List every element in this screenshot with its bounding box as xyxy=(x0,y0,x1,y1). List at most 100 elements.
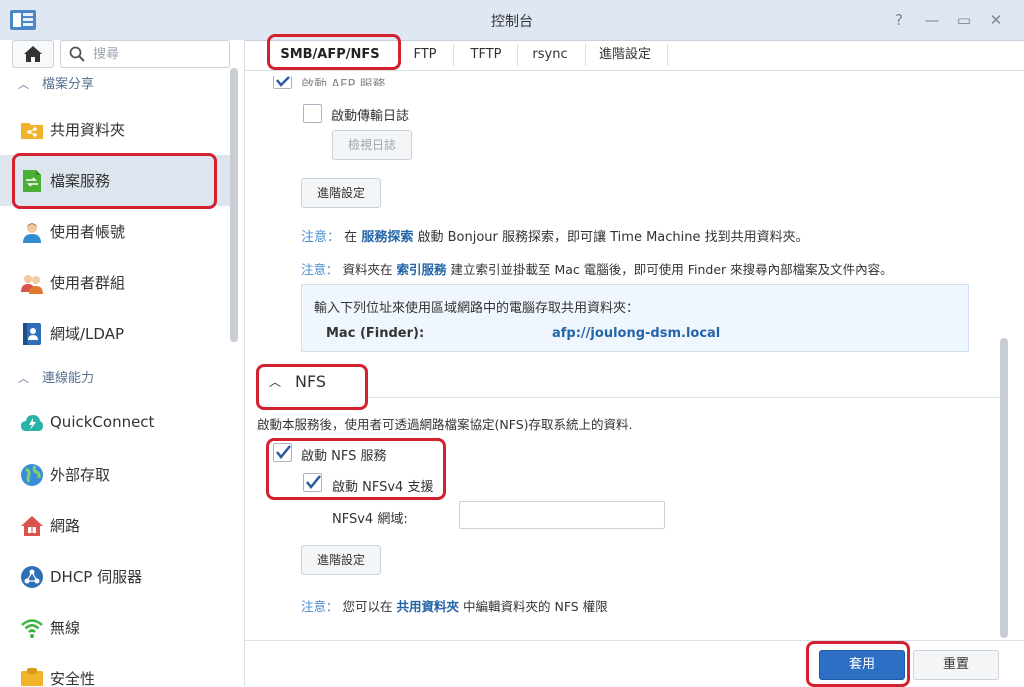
checkmark-icon xyxy=(276,445,291,459)
tab-rsync[interactable]: rsync xyxy=(523,44,577,66)
group-icon xyxy=(21,275,43,294)
afp-note-bonjour: 注意： 在 服務探索 啟動 Bonjour 服務探索，即可讓 Time Mach… xyxy=(301,226,809,245)
sidebar-item-label: 網域/LDAP xyxy=(50,325,125,343)
enable-nfs-checkbox[interactable] xyxy=(273,443,292,462)
chevron-up-icon: ︿ xyxy=(18,372,29,385)
sidebar-item-user[interactable]: 使用者帳號 xyxy=(0,206,230,257)
sidebar-item-label: 網路 xyxy=(50,517,81,535)
afp-address-infobox: 輸入下列位址來使用區域網路中的電腦存取共用資料夾： Mac (Finder): … xyxy=(301,284,969,352)
sidebar-item-label: 共用資料夾 xyxy=(50,121,126,139)
checkmark-icon xyxy=(276,76,290,87)
tab-divider xyxy=(517,44,518,66)
tab-divider xyxy=(585,44,586,66)
sidebar-item-group[interactable]: 使用者群組 xyxy=(0,257,230,308)
afp-address-value: afp://joulong-dsm.local xyxy=(552,326,721,341)
enable-transfer-log-label: 啟動傳輸日誌 xyxy=(331,109,410,124)
user-icon xyxy=(23,223,41,243)
sidebar-item-network[interactable]: 網路 xyxy=(0,500,230,551)
tab-tftp[interactable]: TFTP xyxy=(459,44,513,66)
afp-advanced-button[interactable]: 進階設定 xyxy=(301,178,381,208)
security-icon xyxy=(21,668,43,686)
mac-finder-label: Mac (Finder): xyxy=(326,326,425,341)
main-panel: SMB/AFP/NFS FTP TFTP rsync 進階設定 啟動 AFP 服… xyxy=(245,40,1024,687)
section-connectivity[interactable]: ︿ 連線能力 xyxy=(0,364,230,394)
tab-divider xyxy=(453,44,454,66)
note-text: 建立索引並掛載至 Mac 電腦後，即可使用 Finder 來搜尋內部檔案及文件內… xyxy=(450,262,893,277)
shared-folder-link[interactable]: 共用資料夾 xyxy=(397,599,460,614)
chevron-up-icon: ︿ xyxy=(269,375,282,389)
enable-transfer-log-checkbox[interactable] xyxy=(303,104,322,123)
note-prefix: 注意： xyxy=(301,599,339,614)
tab-divider xyxy=(667,44,668,66)
sidebar-scrollbar[interactable] xyxy=(230,68,238,342)
sidebar-item-file-services[interactable]: 檔案服務 xyxy=(0,155,230,206)
checkmark-icon xyxy=(306,475,321,489)
footer-bar: 套用 重置 xyxy=(245,640,1024,687)
home-button[interactable] xyxy=(12,40,54,68)
maximize-icon[interactable]: ▭ xyxy=(954,10,974,30)
tab-bar: SMB/AFP/NFS FTP TFTP rsync 進階設定 xyxy=(245,40,1024,71)
note-text: 中編輯資料夾的 NFS 權限 xyxy=(463,599,608,614)
sidebar-item-quickconnect[interactable]: QuickConnect xyxy=(0,398,230,449)
note-prefix: 注意： xyxy=(301,230,341,245)
sidebar-item-dhcp-server[interactable]: DHCP 伺服器 xyxy=(0,551,230,602)
content-scrollbar[interactable] xyxy=(1000,338,1008,638)
search-box[interactable] xyxy=(60,40,230,68)
section-label: 連線能力 xyxy=(42,371,95,386)
nfs-advanced-button[interactable]: 進階設定 xyxy=(301,545,381,575)
section-divider xyxy=(365,397,1005,398)
tab-advanced[interactable]: 進階設定 xyxy=(593,44,657,66)
reset-button[interactable]: 重置 xyxy=(913,650,999,680)
tab-divider xyxy=(399,44,400,66)
enable-afp-label: 啟動 AFP 服務 xyxy=(301,78,386,86)
sidebar-item-wireless[interactable]: 無線 xyxy=(0,602,230,653)
indexing-service-link[interactable]: 索引服務 xyxy=(397,262,447,277)
sidebar-item-shared-folder[interactable]: 共用資料夾 xyxy=(0,104,230,155)
afp-note-indexing: 注意： 資料夾在 索引服務 建立索引並掛載至 Mac 電腦後，即可使用 Find… xyxy=(301,259,893,278)
section-label: 檔案分享 xyxy=(42,77,95,92)
help-icon[interactable]: ? xyxy=(889,10,909,30)
enable-afp-checkbox[interactable] xyxy=(273,76,292,89)
apply-button[interactable]: 套用 xyxy=(819,650,905,680)
tab-ftp[interactable]: FTP xyxy=(403,44,447,66)
quickconnect-icon xyxy=(21,415,43,431)
network-icon xyxy=(21,516,43,536)
shared-folder-icon xyxy=(21,123,43,139)
nfs-note-permissions: 注意： 您可以在 共用資料夾 中編輯資料夾的 NFS 權限 xyxy=(301,596,608,615)
chevron-up-icon: ︿ xyxy=(18,78,29,91)
window-titlebar: 控制台 ? — ▭ ✕ xyxy=(0,0,1024,41)
external-access-icon xyxy=(21,464,43,486)
sidebar-item-label: 無線 xyxy=(50,619,81,637)
sidebar-item-domain-ldap[interactable]: 網域/LDAP xyxy=(0,308,230,359)
enable-nfsv4-checkbox[interactable] xyxy=(303,473,322,492)
sidebar-item-label: 檔案服務 xyxy=(50,172,111,190)
sidebar-item-label: 外部存取 xyxy=(50,466,111,484)
dhcp-server-icon xyxy=(21,566,43,588)
nfs-description: 啟動本服務後，使用者可透過網路檔案協定(NFS)存取系統上的資料. xyxy=(257,417,633,432)
window-title: 控制台 xyxy=(491,14,533,30)
wireless-icon xyxy=(21,619,43,638)
domain-ldap-icon xyxy=(23,323,41,345)
infobox-intro: 輸入下列位址來使用區域網路中的電腦存取共用資料夾： xyxy=(314,301,640,316)
sidebar-item-label: DHCP 伺服器 xyxy=(50,568,143,586)
sidebar-item-external-access[interactable]: 外部存取 xyxy=(0,449,230,500)
search-input[interactable] xyxy=(91,44,225,64)
note-text: 資料夾在 xyxy=(342,262,393,277)
view-log-button[interactable]: 檢視日誌 xyxy=(332,130,412,160)
nfs-section-header[interactable]: ︿ NFS xyxy=(253,363,363,403)
sidebar-item-label: 安全性 xyxy=(50,670,96,686)
service-discovery-link[interactable]: 服務探索 xyxy=(361,230,413,245)
minimize-icon[interactable]: — xyxy=(922,10,942,30)
close-icon[interactable]: ✕ xyxy=(986,10,1006,30)
sidebar-item-label: 使用者帳號 xyxy=(50,223,126,241)
sidebar-item-security[interactable]: 安全性 xyxy=(0,653,230,686)
tab-smb-afp-nfs[interactable]: SMB/AFP/NFS xyxy=(271,44,389,66)
section-file-sharing[interactable]: ︿ 檔案分享 xyxy=(0,70,230,100)
note-text: 在 xyxy=(344,230,358,245)
sidebar-item-label: QuickConnect xyxy=(50,413,155,431)
search-icon xyxy=(69,46,85,62)
nfsv4-domain-input[interactable] xyxy=(459,501,665,529)
sidebar-item-label: 使用者群組 xyxy=(50,274,126,292)
enable-nfs-label: 啟動 NFS 服務 xyxy=(301,449,387,464)
nfsv4-domain-label: NFSv4 網域: xyxy=(332,512,408,527)
